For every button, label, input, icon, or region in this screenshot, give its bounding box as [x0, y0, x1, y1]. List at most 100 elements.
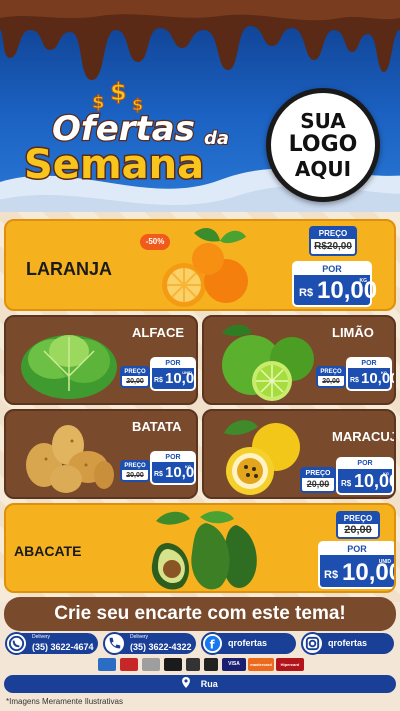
- title-line2: Semana: [24, 142, 204, 188]
- price-unit: KG: [381, 370, 387, 375]
- current-price-box: POR R$ 10,00 KG: [292, 261, 377, 307]
- old-price-box: PREÇO 20,00: [120, 366, 150, 388]
- brand-line3: AQUI: [294, 157, 352, 181]
- address-text: Rua: [200, 679, 218, 689]
- title-da: da: [204, 128, 229, 149]
- product-card-limao[interactable]: LIMÃO PREÇO 20,00 POR R$ 10,00 KG: [202, 315, 396, 405]
- whatsapp-number: (35) 3622-4674: [32, 642, 94, 652]
- current-price-box: POR R$ 10,00 KG: [150, 451, 196, 485]
- old-price-value: 20,00: [344, 524, 372, 536]
- currency-symbol: R$: [341, 479, 352, 488]
- current-price-label: POR: [294, 263, 370, 275]
- payment-methods: VISA mastercard Hipercard: [90, 658, 310, 672]
- facebook-contact[interactable]: f qrofertas: [201, 632, 296, 655]
- product-name: LIMÃO: [332, 325, 374, 340]
- payment-visa: VISA: [222, 658, 246, 671]
- phone-icon: [103, 632, 126, 655]
- avocado-image: [151, 511, 257, 590]
- currency-symbol: R$: [350, 377, 359, 384]
- old-price-label: PREÇO: [311, 228, 355, 239]
- old-price-box: PREÇO 20,00: [120, 460, 150, 482]
- orange-fruit-image: [162, 227, 248, 307]
- contact-bar: Delivery (35) 3622-4674 Delivery (35) 36…: [0, 632, 400, 656]
- current-price-box: POR R$ 10,00 UNID: [150, 357, 196, 391]
- current-price-value: 10,00: [317, 277, 378, 304]
- instagram-handle: qrofertas: [328, 638, 368, 648]
- old-price-box: PREÇO 20,00: [316, 366, 346, 388]
- current-price-label: POR: [152, 453, 194, 462]
- chocolate-drip: [0, 0, 400, 80]
- product-card-maracuja[interactable]: MARACUJÁ PREÇO 20,00 POR R$ 10,00 KG: [202, 409, 396, 499]
- product-name: LARANJA: [26, 259, 113, 279]
- whatsapp-contact[interactable]: Delivery (35) 3622-4674: [5, 632, 98, 655]
- product-card-alface[interactable]: ALFACE PREÇO 20,00 POR R$ 10,00 UNID: [4, 315, 198, 405]
- offers-title-logo: Ofertas da Semana: [23, 108, 231, 188]
- payment-card-6: [204, 658, 218, 671]
- price-unit: KG: [185, 464, 191, 469]
- old-price-label: PREÇO: [318, 368, 344, 376]
- address-bar[interactable]: Rua: [4, 675, 396, 693]
- phone-contact[interactable]: Delivery (35) 3622-4322: [103, 632, 196, 655]
- old-price-box: PREÇO 20,00: [300, 467, 336, 493]
- facebook-icon: f: [201, 632, 224, 655]
- current-price-box: POR R$ 10,00 KG: [346, 357, 394, 391]
- disclaimer-note: *Imagens Meramente Ilustrativas: [6, 697, 123, 706]
- current-price-value: 10,00: [354, 471, 396, 491]
- currency-symbol: R$: [154, 471, 163, 478]
- payment-card-5: [186, 658, 200, 671]
- current-price-label: POR: [152, 359, 194, 368]
- old-price-label: PREÇO: [122, 368, 148, 376]
- currency-symbol: R$: [324, 569, 339, 581]
- payment-mastercard: mastercard: [248, 658, 274, 671]
- price-unit: KG: [359, 278, 368, 284]
- payment-card-4: [164, 658, 182, 671]
- product-name: MARACUJÁ: [332, 429, 394, 444]
- lime-image: [222, 324, 314, 401]
- current-price-value: 10,00: [165, 464, 196, 481]
- payment-card-1: [98, 658, 116, 671]
- current-price-box: POR R$ 10,00 KG: [336, 457, 394, 495]
- lettuce-image: [21, 335, 117, 399]
- current-price-label: POR: [320, 543, 394, 555]
- old-price-value: R$20,00: [314, 241, 352, 252]
- product-name: ALFACE: [132, 325, 184, 340]
- facebook-handle: qrofertas: [228, 638, 268, 648]
- price-unit: UNID: [182, 370, 192, 375]
- price-unit: UNID: [378, 559, 391, 565]
- current-price-value: 10,00: [361, 370, 396, 387]
- old-price-value: 20,00: [322, 378, 340, 385]
- instagram-contact[interactable]: qrofertas: [301, 632, 394, 655]
- payment-card-3: [142, 658, 160, 671]
- product-card-batata[interactable]: BATATA PREÇO 20,00 POR R$ 10,00 KG: [4, 409, 198, 499]
- cta-banner[interactable]: Crie seu encarte com este tema!: [4, 597, 396, 631]
- old-price-value: 20,00: [126, 378, 144, 385]
- passion-fruit-image: [224, 420, 300, 495]
- currency-symbol: R$: [299, 287, 314, 299]
- payment-hipercard: Hipercard: [276, 658, 304, 671]
- instagram-icon: [301, 632, 324, 655]
- old-price-label: PREÇO: [122, 462, 148, 470]
- brand-line1: SUA: [300, 109, 346, 133]
- current-price-label: POR: [338, 459, 392, 469]
- product-name: BATATA: [132, 419, 182, 434]
- current-price-label: POR: [348, 359, 390, 368]
- old-price-label: PREÇO: [302, 469, 334, 478]
- whatsapp-icon: [5, 632, 28, 655]
- price-unit: KG: [383, 471, 389, 476]
- old-price-box: PREÇO R$20,00: [309, 226, 357, 256]
- whatsapp-label: Delivery: [32, 634, 51, 640]
- phone-number: (35) 3622-4322: [130, 642, 192, 652]
- brand-logo-placeholder: SUA LOGO AQUI: [266, 88, 380, 202]
- brand-line2: LOGO: [288, 132, 358, 157]
- product-card-laranja[interactable]: LARANJA -50% PREÇO R$20,00 POR R$ 10,00 …: [4, 219, 396, 311]
- map-pin-icon: [182, 676, 191, 694]
- old-price-box: PREÇO 20,00: [336, 511, 380, 539]
- currency-symbol: R$: [154, 377, 163, 384]
- old-price-label: PREÇO: [338, 513, 378, 524]
- old-price-value: 20,00: [126, 472, 144, 479]
- product-card-abacate[interactable]: ABACATE PREÇO 20,00 POR R$ 10,00 UNID: [4, 503, 396, 593]
- current-price-box: POR R$ 10,00 UNID: [318, 541, 394, 589]
- payment-card-2: [120, 658, 138, 671]
- old-price-value: 20,00: [306, 479, 330, 489]
- product-name: ABACATE: [14, 543, 82, 559]
